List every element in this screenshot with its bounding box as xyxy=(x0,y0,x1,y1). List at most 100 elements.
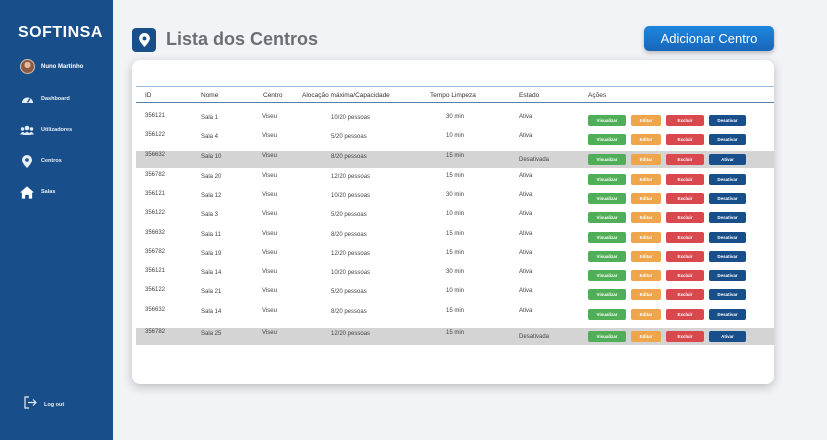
view-button[interactable]: Visualizar xyxy=(588,212,626,223)
cell-estado: Ativa xyxy=(519,269,533,275)
gauge-icon xyxy=(20,92,34,106)
delete-button[interactable]: Excluir xyxy=(666,115,704,126)
view-button[interactable]: Visualizar xyxy=(588,251,626,262)
cell-estado: Ativa xyxy=(519,133,533,139)
cell-nome: Sala 20 xyxy=(201,174,222,180)
edit-button[interactable]: Editar xyxy=(631,331,661,342)
divider xyxy=(136,102,774,103)
cell-centro: Viseu xyxy=(262,173,277,179)
cell-centro: Viseu xyxy=(262,330,277,336)
sidebar: SOFTINSA Nuno Martinho Dashboard Utiliza… xyxy=(0,0,113,440)
view-button[interactable]: Visualizar xyxy=(588,115,626,126)
view-button[interactable]: Visualizar xyxy=(588,154,626,165)
map-pin-icon xyxy=(132,28,156,52)
deactivate-button[interactable]: Desativar xyxy=(709,134,746,145)
deactivate-button[interactable]: Desativar xyxy=(709,193,746,204)
sidebar-item-utilizadores[interactable]: Utilizadores xyxy=(20,122,110,138)
view-button[interactable]: Visualizar xyxy=(588,193,626,204)
cell-nome: Sala 1 xyxy=(201,115,219,121)
column-header: Estado xyxy=(519,92,540,99)
edit-button[interactable]: Editar xyxy=(631,289,661,300)
logout-icon xyxy=(24,396,37,414)
cell-id: 356632 xyxy=(145,230,166,236)
edit-button[interactable]: Editar xyxy=(631,270,661,281)
delete-button[interactable]: Excluir xyxy=(666,270,704,281)
edit-button[interactable]: Editar xyxy=(631,154,661,165)
cell-tempo: 15 min xyxy=(446,173,465,179)
edit-button[interactable]: Editar xyxy=(631,232,661,243)
deactivate-button[interactable]: Desativar xyxy=(709,212,746,223)
deactivate-button[interactable]: Desativar xyxy=(709,174,746,185)
table-row: 356782 Sala 19 Viseu 12/20 pessoas 15 min Ati… xyxy=(136,248,774,265)
cell-centro: Viseu xyxy=(262,192,277,198)
delete-button[interactable]: Excluir xyxy=(666,232,704,243)
edit-button[interactable]: Editar xyxy=(631,174,661,185)
delete-button[interactable]: Excluir xyxy=(666,309,704,320)
table-row: 356121 Sala 12 Viseu 10/20 pessoas 30 min Ati… xyxy=(136,190,774,207)
edit-button[interactable]: Editar xyxy=(631,193,661,204)
deactivate-button[interactable]: Desativar xyxy=(709,289,746,300)
delete-button[interactable]: Excluir xyxy=(666,251,704,262)
divider xyxy=(136,86,774,87)
delete-button[interactable]: Excluir xyxy=(666,193,704,204)
rooms-table-card: ID Nome Centro Alocação máxima/Capacidad… xyxy=(132,60,774,384)
deactivate-button[interactable]: Desativar xyxy=(709,115,746,126)
edit-button[interactable]: Editar xyxy=(631,134,661,145)
table-row: 356632 Sala 14 Viseu 8/20 pessoas 15 min Ativ… xyxy=(136,306,774,323)
activate-button[interactable]: Ativar xyxy=(709,331,746,342)
edit-button[interactable]: Editar xyxy=(631,115,661,126)
sidebar-item-label: Salas xyxy=(41,189,56,195)
deactivate-button[interactable]: Desativar xyxy=(709,251,746,262)
logout-button[interactable]: Log out xyxy=(24,396,64,414)
sidebar-item-label: Centros xyxy=(41,158,62,164)
table-row: 356782 Sala 25 Viseu 12/20 pessoas 15 min Des… xyxy=(136,328,774,345)
delete-button[interactable]: Excluir xyxy=(666,154,704,165)
delete-button[interactable]: Excluir xyxy=(666,289,704,300)
view-button[interactable]: Visualizar xyxy=(588,174,626,185)
cell-nome: Sala 10 xyxy=(201,154,222,160)
users-icon xyxy=(20,123,34,137)
deactivate-button[interactable]: Desativar xyxy=(709,232,746,243)
cell-nome: Sala 3 xyxy=(201,212,219,218)
view-button[interactable]: Visualizar xyxy=(588,232,626,243)
view-button[interactable]: Visualizar xyxy=(588,309,626,320)
sidebar-item-centros[interactable]: Centros xyxy=(20,153,110,169)
cell-estado: Ativa xyxy=(519,308,533,314)
cell-id: 356122 xyxy=(145,132,166,138)
cell-centro: Viseu xyxy=(262,288,277,294)
view-button[interactable]: Visualizar xyxy=(588,270,626,281)
cell-centro: Viseu xyxy=(262,250,277,256)
cell-alocacao: 8/20 pessoas xyxy=(331,154,367,160)
user-name: Nuno Martinho xyxy=(41,63,84,70)
delete-button[interactable]: Excluir xyxy=(666,174,704,185)
activate-button[interactable]: Ativar xyxy=(709,154,746,165)
cell-tempo: 15 min xyxy=(446,250,465,256)
cell-centro: Viseu xyxy=(262,308,277,314)
cell-alocacao: 10/20 pessoas xyxy=(331,193,371,199)
deactivate-button[interactable]: Desativar xyxy=(709,270,746,281)
cell-centro: Viseu xyxy=(262,231,277,237)
column-header: ID xyxy=(145,92,152,99)
delete-button[interactable]: Excluir xyxy=(666,212,704,223)
cell-estado: Desativada xyxy=(519,157,550,163)
delete-button[interactable]: Excluir xyxy=(666,331,704,342)
view-button[interactable]: Visualizar xyxy=(588,331,626,342)
edit-button[interactable]: Editar xyxy=(631,309,661,320)
view-button[interactable]: Visualizar xyxy=(588,289,626,300)
sidebar-item-salas[interactable]: Salas xyxy=(20,184,110,200)
delete-button[interactable]: Excluir xyxy=(666,134,704,145)
sidebar-item-dashboard[interactable]: Dashboard xyxy=(20,91,110,107)
map-pin-icon xyxy=(20,154,34,168)
user-profile[interactable]: Nuno Martinho xyxy=(20,59,83,74)
edit-button[interactable]: Editar xyxy=(631,251,661,262)
edit-button[interactable]: Editar xyxy=(631,212,661,223)
deactivate-button[interactable]: Desativar xyxy=(709,309,746,320)
view-button[interactable]: Visualizar xyxy=(588,134,626,145)
cell-tempo: 30 min xyxy=(446,114,465,120)
cell-centro: Viseu xyxy=(262,114,277,120)
add-centro-button[interactable]: Adicionar Centro xyxy=(644,26,774,51)
table-row: 356121 Sala 1 Viseu 10/20 pessoas 30 min Ativ… xyxy=(136,112,774,129)
sidebar-item-label: Dashboard xyxy=(41,96,70,102)
cell-tempo: 30 min xyxy=(446,269,465,275)
cell-tempo: 15 min xyxy=(446,153,465,159)
